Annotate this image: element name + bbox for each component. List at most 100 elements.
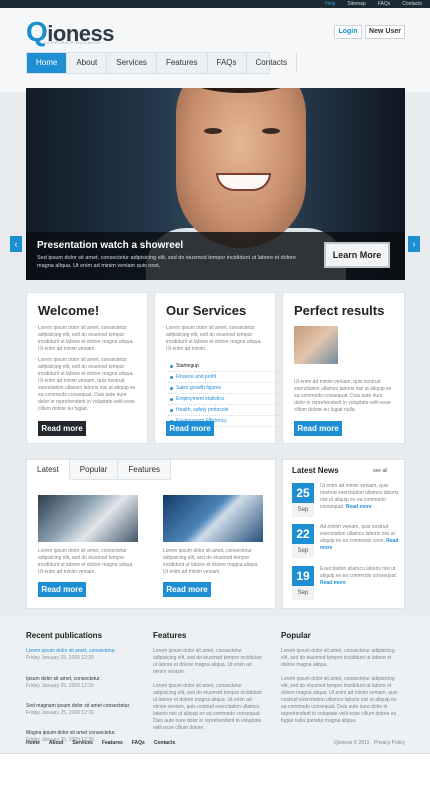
slider-prev-arrow-icon[interactable]: ‹ [10, 236, 22, 252]
new-user-button[interactable]: New User [365, 25, 405, 39]
slider-next-arrow-icon[interactable]: › [408, 236, 420, 252]
welcome-lead: Lorem ipsum dolor sit amet, consectetur … [38, 325, 134, 352]
service-item[interactable]: Health, safety protocols [168, 405, 278, 416]
top-links: Help Sitemap FAQs Contacts [325, 0, 422, 8]
copyright-text: Qioness © 2011 [333, 740, 370, 746]
news-month: Sep [297, 590, 309, 596]
news-snippet: Exercitation ullamco laboris nisi ut ali… [320, 566, 398, 579]
news-date: 22 Sep [292, 524, 314, 558]
services-intro: Lorem ipsum dolor sit amet, consectetur … [166, 325, 262, 352]
tab-popular[interactable]: Popular [69, 460, 119, 480]
service-item[interactable]: Sales growth figures [168, 383, 278, 394]
news-item: 22 Sep Ad minim veniam, quis nostrud exer… [292, 524, 400, 564]
results-text: Ut enim ad minim veniam, quis nostrud ex… [294, 379, 392, 413]
news-read-more-link[interactable]: Read more [346, 504, 372, 510]
news-month: Sep [297, 548, 309, 554]
latest-thumbnail-2[interactable] [163, 495, 263, 542]
footer-features-lead: Lorem ipsum dolor sit amet, consectetur … [153, 648, 262, 675]
welcome-body: Lorem ipsum dolor sit amet, consectetur … [38, 357, 136, 412]
publication-title[interactable]: Ipsum dolor sit amet, consectetur. [26, 676, 101, 683]
publication-item[interactable]: Lorem ipsum dolor sit amet, consectetur.… [26, 648, 116, 662]
main-nav: Home About Services Features FAQs Contac… [26, 52, 298, 74]
publication-date: Friday January 25, 2009 12:30 [26, 655, 94, 661]
services-title: Our Services [166, 303, 247, 318]
bottom-bar [0, 753, 430, 789]
bottom-nav: Home About Services Features FAQs Contac… [26, 740, 175, 746]
news-item: 25 Sep Ut enim ad minim veniam, quis nost… [292, 483, 400, 523]
nav-home[interactable]: Home [27, 53, 68, 73]
bottom-link-services[interactable]: Services [72, 740, 93, 746]
publication-title[interactable]: Lorem ipsum dolor sit amet, consectetur. [26, 648, 116, 655]
publication-date: Friday January 25, 2009 12:30 [26, 683, 94, 689]
tabs-bar: Latest Popular Features [27, 460, 171, 480]
footer-features-body: Lorem ipsum dolor sit amet, consectetur … [153, 683, 262, 731]
service-item[interactable]: Finance and profit [168, 372, 278, 383]
footer-columns: Recent publications Lorem ipsum dolor si… [0, 617, 430, 753]
logo-tagline: CORPORATE BUSINESS [44, 40, 102, 45]
nav-faqs[interactable]: FAQs [208, 53, 247, 73]
services-read-more-button[interactable]: Read more [166, 421, 214, 436]
service-item[interactable]: Employment statistics [168, 394, 278, 405]
privacy-policy-link[interactable]: Privacy Policy [374, 740, 405, 746]
results-title: Perfect results [294, 303, 385, 318]
tabs-card: Latest Popular Features Lorem ipsum dolo… [26, 459, 276, 609]
news-title: Latest News [292, 466, 339, 475]
hero-title: Presentation watch a showreel [37, 240, 184, 251]
services-card: Our Services Lorem ipsum dolor sit amet,… [154, 292, 278, 444]
footer-popular-title: Popular [281, 631, 311, 640]
news-day: 19 [292, 566, 314, 586]
latest-text-2: Lorem ipsum dolor sit amet, consectetur … [163, 548, 259, 575]
nav-contacts[interactable]: Contacts [247, 53, 298, 73]
news-see-all-link[interactable]: see all [373, 468, 387, 474]
welcome-title: Welcome! [38, 303, 100, 318]
news-text: Exercitation ullamco laboris nisi ut ali… [320, 566, 400, 587]
news-day: 25 [292, 483, 314, 503]
hero-text: Sed ipsum dolor sit amet, consectetur ad… [37, 255, 296, 269]
hero-eye-left [204, 128, 222, 134]
publication-item[interactable]: Sed magnam ipsum dolor sit amet consecte… [26, 703, 130, 717]
publication-item[interactable]: Ipsum dolor sit amet, consectetur. Friday… [26, 676, 101, 690]
service-item[interactable]: Startingup [168, 361, 278, 372]
nav-about[interactable]: About [67, 53, 108, 73]
services-list: Startingup Finance and profit Sales grow… [168, 361, 278, 427]
welcome-card: Welcome! Lorem ipsum dolor sit amet, con… [26, 292, 148, 444]
top-link-sitemap[interactable]: Sitemap [347, 0, 365, 8]
top-link-faqs[interactable]: FAQs [378, 0, 391, 8]
bottom-link-about[interactable]: About [49, 740, 63, 746]
publication-title[interactable]: Magna ipsum dolor sit amet consectetur. [26, 730, 116, 737]
welcome-read-more-button[interactable]: Read more [38, 421, 86, 436]
news-day: 22 [292, 524, 314, 544]
news-date: 25 Sep [292, 483, 314, 517]
top-link-contacts[interactable]: Contacts [402, 0, 422, 8]
bottom-link-faqs[interactable]: FAQs [132, 740, 145, 746]
hero-eye-right [262, 128, 280, 134]
publication-title[interactable]: Sed magnam ipsum dolor sit amet consecte… [26, 703, 130, 710]
news-snippet: Ad minim veniam, quis nostrud exercitati… [320, 524, 395, 544]
bottom-link-features[interactable]: Features [102, 740, 123, 746]
tab-features[interactable]: Features [118, 460, 171, 480]
nav-services[interactable]: Services [107, 53, 157, 73]
nav-features[interactable]: Features [157, 53, 208, 73]
login-button[interactable]: Login [334, 25, 362, 39]
copyright: Qioness © 2011 · Privacy Policy [333, 740, 405, 746]
news-text: Ut enim ad minim veniam, quis nostrud ex… [320, 483, 400, 511]
news-read-more-link[interactable]: Read more [320, 580, 346, 586]
footer-features-title: Features [153, 631, 187, 640]
footer-publications-title: Recent publications [26, 631, 103, 640]
top-link-help[interactable]: Help [325, 0, 335, 8]
news-text: Ad minim veniam, quis nostrud exercitati… [320, 524, 400, 552]
footer-popular-body: Lorem ipsum dolor sit amet, consectetur … [281, 676, 398, 724]
bottom-link-contacts[interactable]: Contacts [154, 740, 175, 746]
learn-more-button[interactable]: Learn More [324, 242, 390, 268]
hero-slider: Presentation watch a showreel Sed ipsum … [26, 88, 405, 280]
latest-read-more-button-1[interactable]: Read more [38, 582, 86, 597]
latest-thumbnail-1[interactable] [38, 495, 138, 542]
results-read-more-button[interactable]: Read more [294, 421, 342, 436]
tab-latest[interactable]: Latest [27, 460, 70, 480]
footer-popular-lead: Lorem ipsum dolor sit amet, consectetur … [281, 648, 395, 668]
bottom-link-home[interactable]: Home [26, 740, 40, 746]
latest-text-1: Lorem ipsum dolor sit amet, consectetur … [38, 548, 134, 575]
hero-face [176, 88, 306, 248]
news-date: 19 Sep [292, 566, 314, 600]
latest-read-more-button-2[interactable]: Read more [163, 582, 211, 597]
